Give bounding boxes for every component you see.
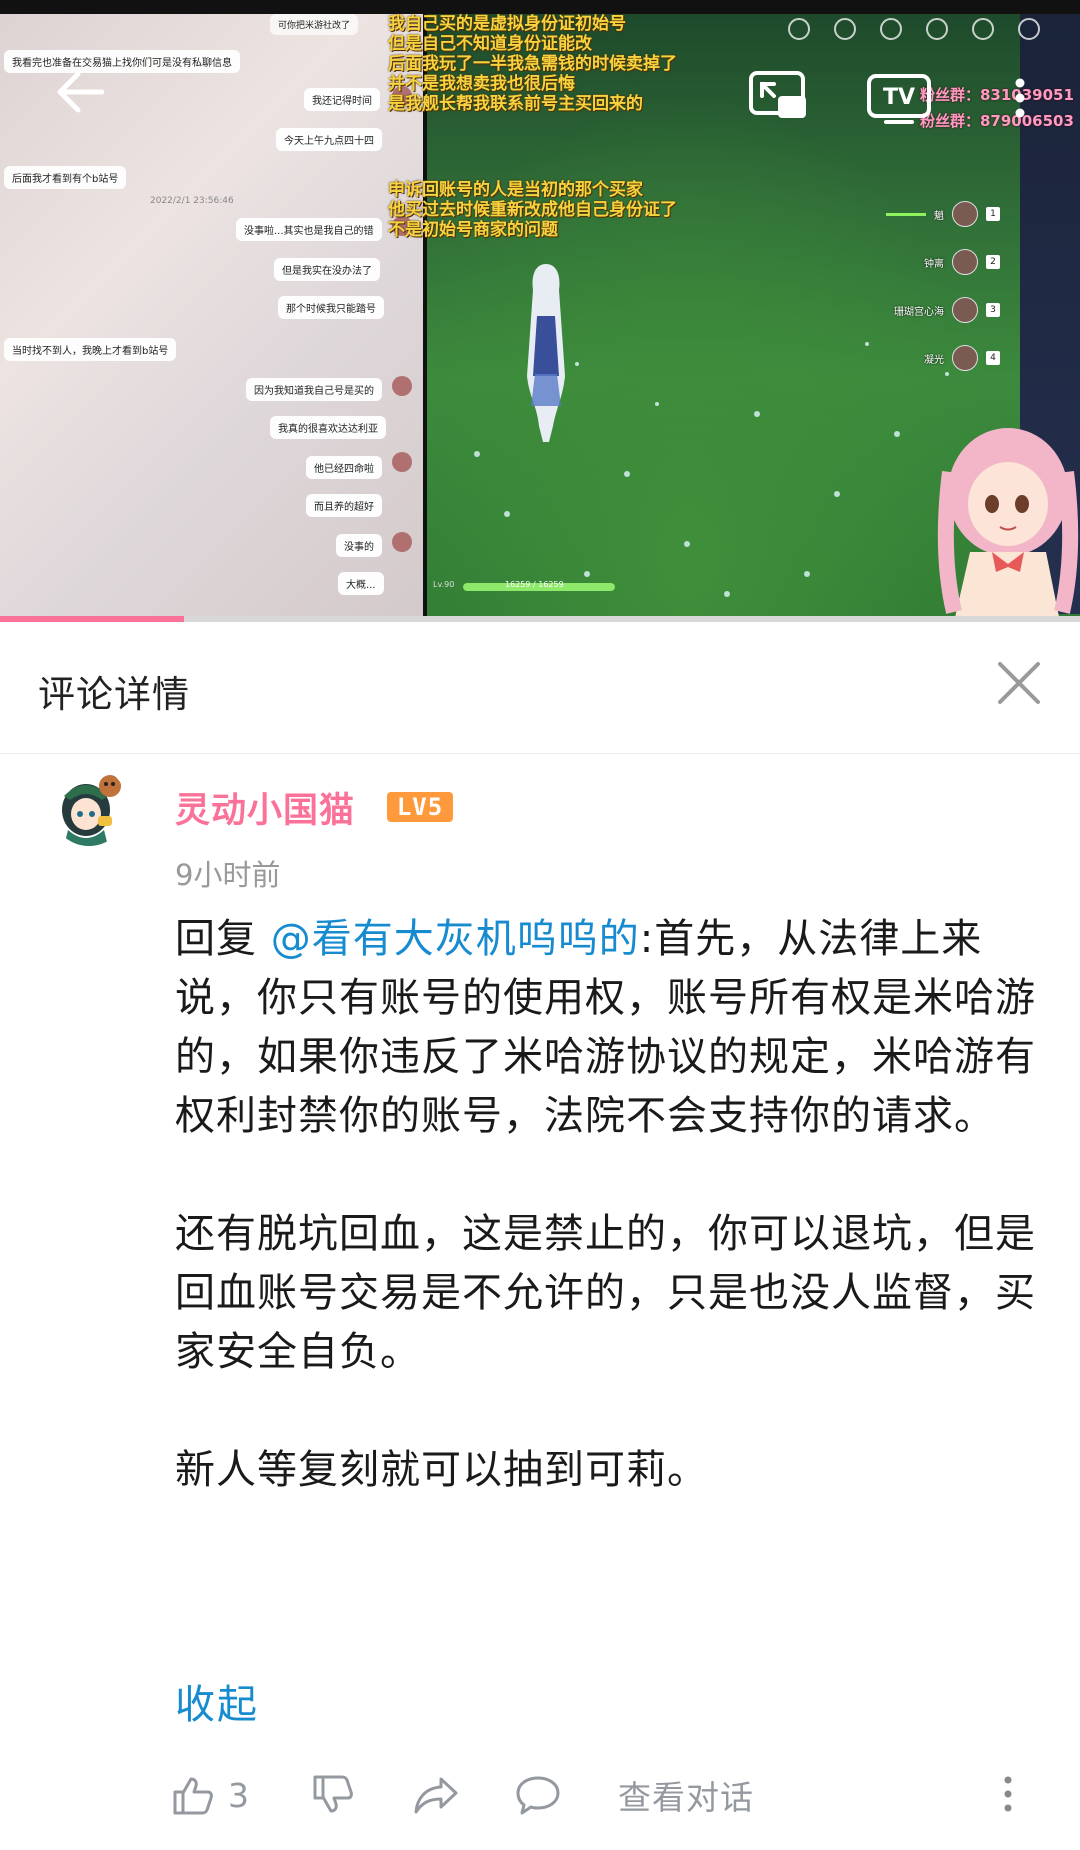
back-arrow-icon: [57, 71, 104, 113]
chat-message: 今天上午九点四十四: [276, 128, 382, 151]
chat-timestamp: 2022/2/1 23:56:46: [150, 196, 234, 206]
user-avatar-image: [50, 766, 128, 846]
thumbs-up-icon: [173, 1777, 213, 1815]
share-icon: [414, 1777, 458, 1814]
chat-message: 大概...: [338, 572, 384, 595]
chat-message: 后面我才看到有个b站号: [4, 166, 127, 189]
close-icon: [998, 662, 1040, 704]
subtitle-line: 后面我玩了一半我急需钱的时候卖掉了: [388, 54, 677, 74]
chat-avatar: [392, 532, 412, 552]
chat-message: 可你把米游社改了: [270, 14, 359, 35]
subtitle-line: 但是自己不知道身份证能改: [388, 34, 592, 54]
party-list: 魈 1 钟离 2 珊瑚宫心海 3 凝光 4: [830, 190, 1000, 382]
chat-message: 我还记得时间: [304, 88, 380, 111]
event-icon: [880, 18, 902, 40]
comment-detail-header: 评论详情: [0, 622, 1080, 754]
hud-level: Lv.90: [433, 580, 455, 589]
share-button[interactable]: [413, 1760, 459, 1830]
chat-message: 我看完也准备在交易猫上找你们可是没有私聊信息: [4, 50, 240, 73]
subtitle-line: 我自己买的是虚拟身份证初始号: [388, 14, 626, 34]
streamer-avatar: [937, 428, 1079, 622]
chat-message: 那个时候我只能踏号: [278, 296, 384, 319]
back-button[interactable]: [50, 62, 110, 122]
comment-body: 回复 @看有大灰机呜呜的:首先，从法律上来说，你只有账号的使用权，账号所有权是米…: [175, 910, 1050, 1500]
wish-icon: [926, 18, 948, 40]
battlepass-icon: [972, 18, 994, 40]
subtitle-line: 申诉回账号的人是当初的那个买家: [388, 180, 643, 200]
chat-message: 当时找不到人，我晚上才看到b站号: [4, 338, 177, 361]
chat-message: 而且养的超好: [306, 494, 382, 517]
picture-in-picture-button[interactable]: [748, 70, 810, 122]
video-player[interactable]: 可你把米游社改了 我看完也准备在交易猫上找你们可是没有私聊信息 我还记得时间 今…: [0, 0, 1080, 622]
collapse-link[interactable]: 收起: [175, 1672, 259, 1730]
svg-text:TV: TV: [883, 85, 915, 110]
subtitle-line: 并不是我想卖我也很后悔: [388, 74, 575, 94]
comment-bubble-icon: [516, 1776, 560, 1815]
username[interactable]: 灵动小国猫: [175, 782, 355, 833]
overlay-subtitle-mid: 申诉回账号的人是当初的那个买家 他买过去时候重新改成他自己身份证了 不是初始号商…: [388, 180, 677, 240]
like-button[interactable]: 3: [172, 1760, 249, 1830]
fan-group-text: 粉丝群：831039051: [920, 86, 1074, 104]
hud-hp-text: 16259 / 16259: [505, 580, 564, 589]
avatar[interactable]: [50, 766, 128, 846]
comment-actions: 3 查看对话: [0, 1760, 1080, 1840]
comment-item: 灵动小国猫 LV5 9小时前 回复 @看有大灰机呜呜的:首先，从法律上来说，你只…: [0, 754, 1080, 1850]
handbook-icon: [1018, 18, 1040, 40]
comment-time: 9小时前: [175, 858, 281, 892]
chat-message: 没事的: [336, 534, 382, 557]
game-character: [527, 264, 565, 442]
chat-message: 他已经四命啦: [306, 456, 382, 479]
chat-avatar: [392, 376, 412, 396]
dislike-button[interactable]: [312, 1760, 354, 1830]
comment-more-button[interactable]: [1003, 1760, 1013, 1830]
mention-link[interactable]: @看有大灰机呜呜的: [271, 916, 640, 962]
level-badge: LV5: [387, 792, 453, 822]
panel-title: 评论详情: [38, 673, 190, 716]
reply-prefix: 回复: [175, 916, 271, 962]
chat-avatar: [392, 452, 412, 472]
like-count: 3: [228, 1775, 249, 1815]
status-strip: [0, 0, 1080, 14]
chat-message: 没事啦...其实也是我自己的错: [236, 218, 382, 241]
picture-in-picture-icon: [749, 71, 806, 118]
party-member: 钟离 2: [830, 238, 1000, 286]
chat-message: 因为我知道我自己号是买的: [246, 378, 382, 401]
vertical-dots-icon: [1004, 1776, 1012, 1812]
compass-icon: [834, 18, 856, 40]
game-hud-icons: [788, 18, 1040, 40]
fan-group-text: 粉丝群：879006503: [920, 112, 1074, 130]
paimon-menu-icon: [788, 18, 810, 40]
party-member: 珊瑚宫心海 3: [830, 286, 1000, 334]
chat-message: 但是我实在没办法了: [274, 258, 380, 281]
comment-paragraph: 还有脱坑回血，这是禁止的，你可以退坑，但是回血账号交易是不允许的，只是也没人监督…: [175, 1211, 1036, 1375]
subtitle-line: 他买过去时候重新改成他自己身份证了: [388, 200, 677, 220]
close-button[interactable]: [994, 658, 1044, 708]
comment-paragraph: 回复 @看有大灰机呜呜的:首先，从法律上来说，你只有账号的使用权，账号所有权是米…: [175, 910, 1050, 1146]
cast-tv-button[interactable]: TV: [866, 70, 932, 126]
party-member: 魈 1: [830, 190, 1000, 238]
view-conversation-button[interactable]: 查看对话: [618, 1760, 754, 1830]
tv-cast-icon: TV: [867, 74, 931, 124]
reply-button[interactable]: [515, 1760, 561, 1830]
party-member: 凝光 4: [830, 334, 1000, 382]
comment-paragraph: 新人等复刻就可以抽到可莉。: [175, 1447, 708, 1493]
subtitle-line: 不是初始号商家的问题: [388, 220, 558, 240]
thumbs-down-icon: [313, 1775, 353, 1813]
chat-message: 我真的很喜欢达达利亚: [270, 416, 386, 439]
overlay-subtitle-top: 我自己买的是虚拟身份证初始号 但是自己不知道身份证能改 后面我玩了一半我急需钱的…: [388, 14, 677, 114]
more-options-button[interactable]: [1010, 70, 1030, 126]
vertical-dots-icon: [1015, 78, 1025, 118]
subtitle-line: 是我舰长帮我联系前号主买回来的: [388, 94, 643, 114]
